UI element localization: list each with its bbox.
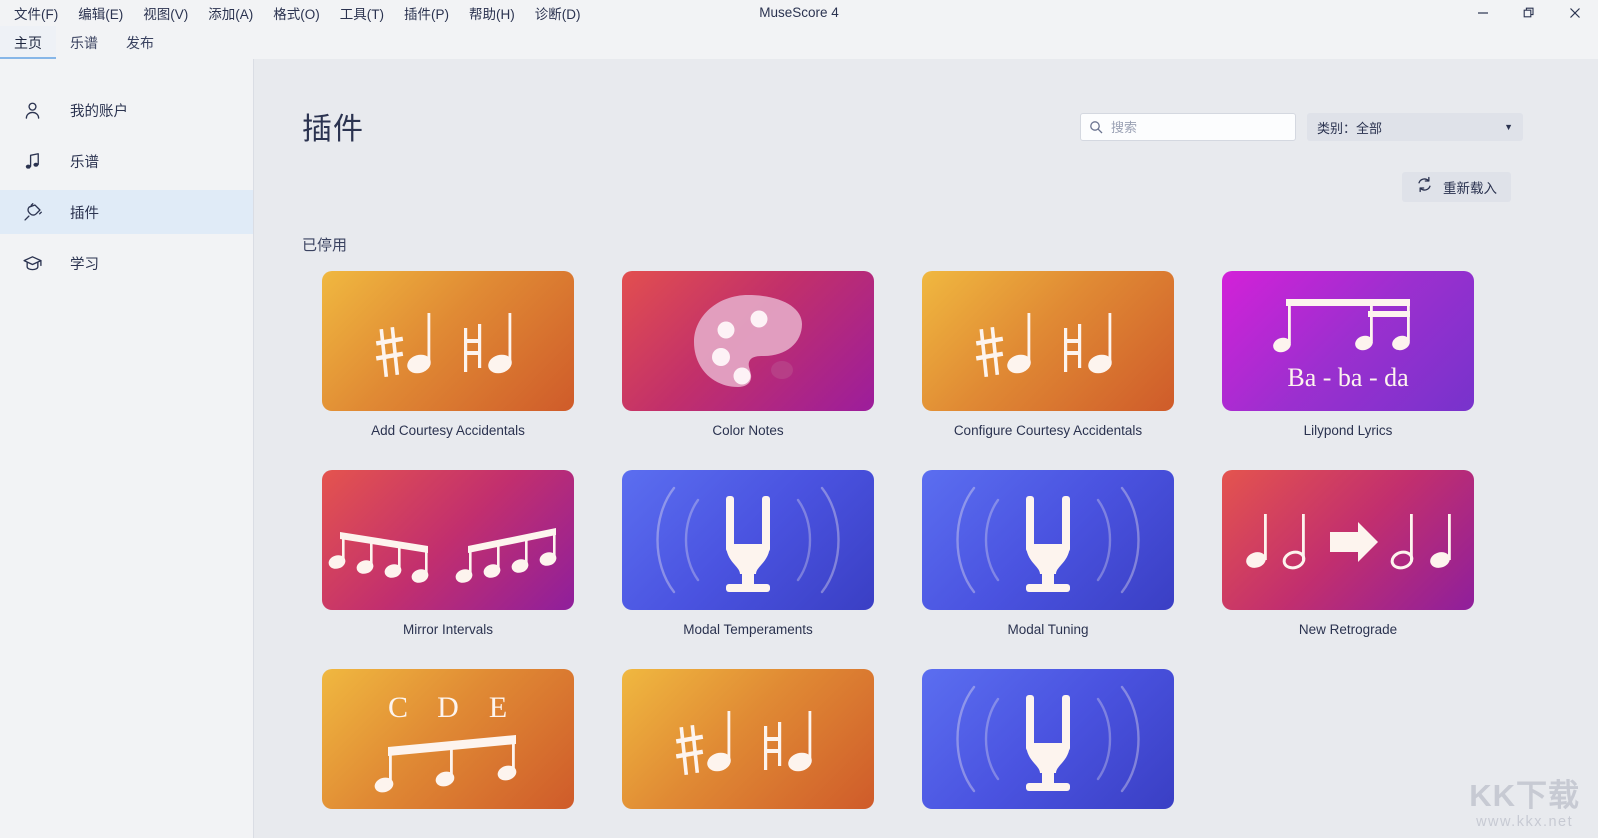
plugin-card-art xyxy=(1222,470,1474,610)
plugin-card-art: CDE xyxy=(322,669,574,809)
tab-strip: 主页 乐谱 发布 xyxy=(0,26,1598,59)
watermark-url: www.kkx.net xyxy=(1476,814,1574,830)
musescore-window: MuseScore 4 文件(F) 编辑(E) 视图(V) 添加(A) 格式(O) 工具(… xyxy=(0,0,1598,838)
plugin-card-art xyxy=(622,470,874,610)
sidebar-list: 我的账户乐谱插件学习 xyxy=(0,59,253,285)
tab-0[interactable]: 主页 xyxy=(0,26,56,59)
sidebar-item-label: 插件 xyxy=(70,205,99,222)
plugin-card-label: Configure Courtesy Accidentals xyxy=(953,423,1143,438)
plugin-grid: Add Courtesy Accidentals Color Notes Con… xyxy=(298,271,1558,821)
menu-item-1[interactable]: 编辑(E) xyxy=(68,0,133,27)
plugin-card-art xyxy=(622,669,874,809)
category-label: 类别：全部 xyxy=(1317,120,1383,136)
plugin-card[interactable]: CDE xyxy=(298,669,598,821)
tab-1[interactable]: 乐谱 xyxy=(56,26,112,59)
menu-item-5[interactable]: 工具(T) xyxy=(330,0,394,27)
refresh-icon xyxy=(1416,176,1433,198)
restore-icon xyxy=(1523,7,1534,18)
close-icon xyxy=(1570,8,1580,18)
plugin-card-art xyxy=(322,271,574,411)
person-icon xyxy=(22,100,50,121)
plugin-card-label: Add Courtesy Accidentals xyxy=(371,423,525,438)
plugin-card-label: Mirror Intervals xyxy=(402,622,493,637)
plugin-card-art: Ba - ba - da xyxy=(1222,271,1474,411)
music-note-icon xyxy=(22,151,50,172)
search-icon xyxy=(1089,120,1103,134)
plugin-card[interactable] xyxy=(898,669,1198,821)
menu-item-7[interactable]: 帮助(H) xyxy=(459,0,525,27)
svg-text:E: E xyxy=(489,691,507,724)
plugin-card-art xyxy=(622,271,874,411)
menu-item-6[interactable]: 插件(P) xyxy=(394,0,459,27)
plug-icon xyxy=(22,202,50,223)
restore-button[interactable] xyxy=(1506,0,1552,26)
plugin-card-art xyxy=(322,470,574,610)
chevron-down-icon: ▼ xyxy=(1504,122,1513,132)
plugins-page: 插件 类别：全部 ▼ 重新载入 xyxy=(254,59,1598,838)
plugin-card[interactable]: New Retrograde xyxy=(1198,470,1498,637)
plugin-card-label: Lilypond Lyrics xyxy=(1303,423,1393,438)
sidebar-item-label: 我的账户 xyxy=(70,103,128,120)
menu-item-4[interactable]: 格式(O) xyxy=(263,0,330,27)
section-title: 已停用 xyxy=(302,237,348,254)
plugin-card-label: Color Notes xyxy=(712,423,784,438)
search-input[interactable] xyxy=(1103,119,1287,135)
page-title: 插件 xyxy=(302,113,364,146)
plugin-card[interactable]: Modal Tuning xyxy=(898,470,1198,637)
menu-item-0[interactable]: 文件(F) xyxy=(4,0,68,27)
minimize-button[interactable] xyxy=(1460,0,1506,26)
reload-button[interactable]: 重新载入 xyxy=(1402,172,1511,202)
graduation-cap-icon xyxy=(22,253,50,274)
plugin-card[interactable]: Add Courtesy Accidentals xyxy=(298,271,598,438)
plugin-card[interactable]: Ba - ba - da Lilypond Lyrics xyxy=(1198,271,1498,438)
plugin-card-art xyxy=(922,669,1174,809)
reload-button-label: 重新载入 xyxy=(1443,181,1497,196)
watermark: KK下载 www.kkx.net xyxy=(1469,780,1580,830)
minimize-icon xyxy=(1478,12,1488,14)
plugin-card-label: Modal Temperaments xyxy=(683,622,813,637)
plugin-card-label: Modal Tuning xyxy=(1007,622,1089,637)
menu-item-3[interactable]: 添加(A) xyxy=(198,0,263,27)
svg-text:C: C xyxy=(388,691,408,724)
plugin-card-label: New Retrograde xyxy=(1298,622,1398,637)
window-controls xyxy=(1460,0,1598,26)
plugin-card[interactable]: Color Notes xyxy=(598,271,898,438)
search-box[interactable] xyxy=(1080,113,1296,141)
plugin-card-art xyxy=(922,271,1174,411)
plugin-card[interactable]: Mirror Intervals xyxy=(298,470,598,637)
watermark-title: KK下载 xyxy=(1469,778,1580,813)
sidebar-item-label: 学习 xyxy=(70,256,99,273)
plugin-card[interactable] xyxy=(598,669,898,821)
menu-item-8[interactable]: 诊断(D) xyxy=(525,0,591,27)
menu-item-2[interactable]: 视图(V) xyxy=(133,0,198,27)
svg-text:D: D xyxy=(437,691,459,724)
menu-bar: 文件(F) 编辑(E) 视图(V) 添加(A) 格式(O) 工具(T) 插件(P) 帮助(H)… xyxy=(0,0,591,26)
sidebar-item-3[interactable]: 学习 xyxy=(0,241,253,285)
svg-text:Ba - ba - da: Ba - ba - da xyxy=(1287,363,1409,392)
sidebar: 我的账户乐谱插件学习 xyxy=(0,59,254,838)
plugin-card[interactable]: Configure Courtesy Accidentals xyxy=(898,271,1198,438)
sidebar-item-1[interactable]: 乐谱 xyxy=(0,139,253,183)
plugin-card-art xyxy=(922,470,1174,610)
sidebar-item-label: 乐谱 xyxy=(70,154,99,171)
tab-2[interactable]: 发布 xyxy=(112,26,168,59)
plugin-card[interactable]: Modal Temperaments xyxy=(598,470,898,637)
sidebar-item-2[interactable]: 插件 xyxy=(0,190,253,234)
close-button[interactable] xyxy=(1552,0,1598,26)
title-bar: MuseScore 4 文件(F) 编辑(E) 视图(V) 添加(A) 格式(O) 工具(… xyxy=(0,0,1598,26)
category-dropdown[interactable]: 类别：全部 ▼ xyxy=(1307,113,1523,141)
sidebar-item-0[interactable]: 我的账户 xyxy=(0,88,253,132)
